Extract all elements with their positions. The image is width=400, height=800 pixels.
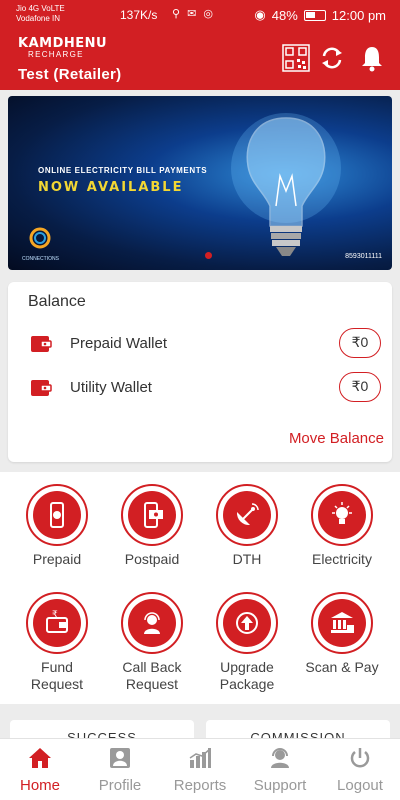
banner-headline: ONLINE ELECTRICITY BILL PAYMENTS — [38, 166, 208, 175]
carrier-info: Jio 4G VoLTE Vodafone IN — [16, 4, 65, 24]
clock: 12:00 pm — [331, 7, 386, 23]
wallet-rupee-icon: ₹ — [46, 610, 68, 633]
mobile-bill-icon — [144, 502, 163, 528]
service-label: Call Back Request — [122, 659, 182, 692]
nav-home[interactable]: Home — [0, 739, 80, 800]
carrier-line1: Jio 4G VoLTE — [16, 4, 65, 13]
notification-bell-icon[interactable] — [358, 44, 386, 72]
status-bar: Jio 4G VoLTE Vodafone IN 137K/s ⚲ ✉ ◎ ◉ … — [0, 0, 400, 30]
service-dth[interactable]: DTH — [200, 484, 294, 568]
power-icon — [350, 748, 370, 768]
logo-line1: KAMDHENU — [18, 36, 108, 51]
app-header: Jio 4G VoLTE Vodafone IN 137K/s ⚲ ✉ ◎ ◉ … — [0, 0, 400, 90]
wallet-label: Utility Wallet — [70, 379, 152, 396]
service-label: Upgrade Package — [219, 659, 275, 692]
nav-label: Reports — [173, 777, 227, 794]
service-label: Scan & Pay — [305, 659, 379, 675]
nav-reports[interactable]: Reports — [160, 739, 240, 800]
service-postpaid[interactable]: Postpaid — [105, 484, 199, 568]
banner-subheadline: NOW AVAILABLE — [38, 180, 184, 195]
bulb-icon — [332, 502, 352, 524]
banner-brand: CONNECTIONS — [22, 256, 59, 262]
wallet-icon — [30, 378, 52, 403]
service-scan-pay[interactable]: Scan & Pay — [295, 592, 389, 676]
svg-text:₹: ₹ — [52, 610, 58, 620]
nav-support[interactable]: Support — [240, 739, 320, 800]
nav-label: Home — [19, 777, 60, 794]
status-right: ◉ 48% 12:00 pm — [254, 7, 386, 23]
service-label: DTH — [232, 551, 262, 567]
wallet-label: Prepaid Wallet — [70, 335, 167, 352]
user-title: Test (Retailer) — [18, 66, 122, 83]
service-fund-request[interactable]: ₹ Fund Request — [10, 592, 104, 693]
notification-icons: ⚲ ✉ ◎ — [172, 8, 215, 20]
nav-profile[interactable]: Profile — [80, 739, 160, 800]
upgrade-arrow-icon — [236, 612, 258, 634]
service-electricity[interactable]: Electricity — [295, 484, 389, 568]
balance-card: Balance Prepaid Wallet ₹0 Utility Wallet… — [8, 282, 392, 462]
eye-icon: ◉ — [254, 7, 266, 22]
qr-code-icon[interactable] — [282, 44, 310, 72]
wallet-amount: ₹0 — [339, 372, 381, 402]
balance-title: Balance — [28, 293, 86, 310]
service-prepaid[interactable]: Prepaid — [10, 484, 104, 568]
nav-label: Profile — [98, 777, 142, 794]
banner-phone: 8593011111 — [345, 253, 382, 260]
app-logo: KAMDHENU RECHARGE — [18, 36, 108, 59]
wallet-row-prepaid: Prepaid Wallet ₹0 — [8, 328, 392, 360]
refresh-icon[interactable] — [318, 44, 346, 72]
network-speed: 137K/s — [120, 8, 158, 22]
support-icon — [271, 748, 289, 768]
service-upgrade-package[interactable]: Upgrade Package — [200, 592, 294, 693]
mobile-rupee-icon — [50, 502, 64, 528]
nav-logout[interactable]: Logout — [320, 739, 400, 800]
promo-banner[interactable]: ONLINE ELECTRICITY BILL PAYMENTS NOW AVA… — [8, 96, 392, 270]
logo-line2: RECHARGE — [28, 50, 84, 59]
battery-percent: 48% — [271, 7, 298, 23]
headset-icon — [144, 612, 160, 634]
services-grid: Prepaid Postpaid DTH Electricity ₹ Fund … — [0, 472, 400, 704]
nav-label: Logout — [337, 777, 383, 794]
move-balance-link[interactable]: Move Balance — [289, 430, 384, 447]
reports-icon — [189, 748, 211, 768]
service-label: Fund Request — [30, 659, 84, 692]
service-callback-request[interactable]: Call Back Request — [105, 592, 199, 693]
profile-icon — [110, 748, 130, 768]
service-label: Electricity — [312, 551, 372, 567]
service-label: Postpaid — [124, 551, 180, 567]
bank-qr-icon — [331, 612, 354, 633]
battery-icon — [303, 9, 326, 21]
wallet-row-utility: Utility Wallet ₹0 — [8, 372, 392, 404]
satellite-dish-icon — [236, 503, 259, 526]
home-icon — [29, 748, 51, 768]
bottom-nav: Home Profile Reports Support Logout — [0, 738, 400, 800]
carrier-line2: Vodafone IN — [16, 14, 61, 23]
carousel-indicator[interactable] — [205, 252, 212, 259]
service-label: Prepaid — [32, 551, 82, 567]
nav-label: Support — [253, 777, 307, 794]
wallet-icon — [30, 334, 52, 359]
wallet-amount: ₹0 — [339, 328, 381, 358]
